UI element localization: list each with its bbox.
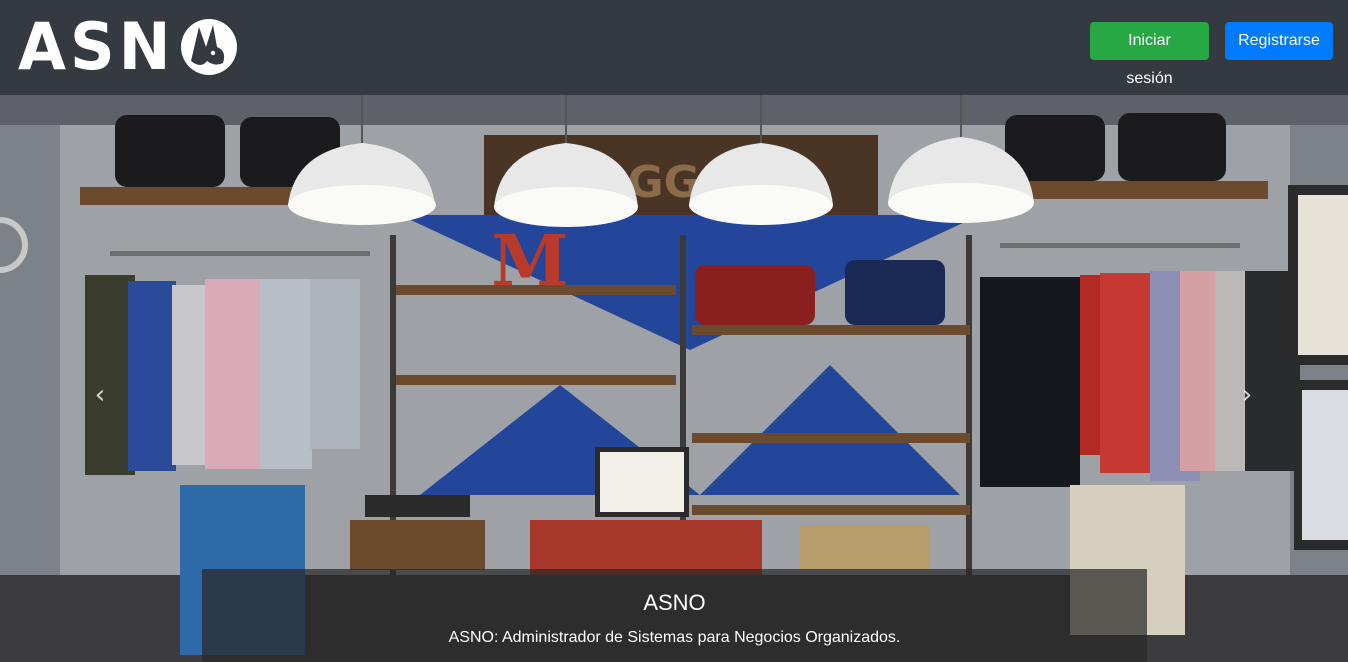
hero-carousel: BAGGAGE M ‹ › ASNO ASNO: Administrador d… bbox=[0, 95, 1348, 662]
shelf-letter: M bbox=[491, 219, 569, 302]
chevron-right-icon[interactable]: › bbox=[1237, 380, 1257, 410]
logo-text: ASN bbox=[18, 8, 175, 85]
brand-logo[interactable]: ASN bbox=[18, 8, 239, 85]
carousel-caption: ASNO ASNO: Administrador de Sistemas par… bbox=[202, 569, 1147, 662]
donkey-head-icon bbox=[180, 19, 237, 75]
register-button[interactable]: Registrarse bbox=[1225, 22, 1333, 60]
caption-text: ASNO: Administrador de Sistemas para Neg… bbox=[448, 629, 901, 646]
login-button[interactable]: Iniciar sesión bbox=[1090, 22, 1209, 87]
chevron-left-icon[interactable]: ‹ bbox=[90, 380, 110, 410]
caption-title: ASNO bbox=[643, 590, 706, 615]
navbar: ASN Iniciar sesión Registrarse bbox=[0, 0, 1348, 95]
